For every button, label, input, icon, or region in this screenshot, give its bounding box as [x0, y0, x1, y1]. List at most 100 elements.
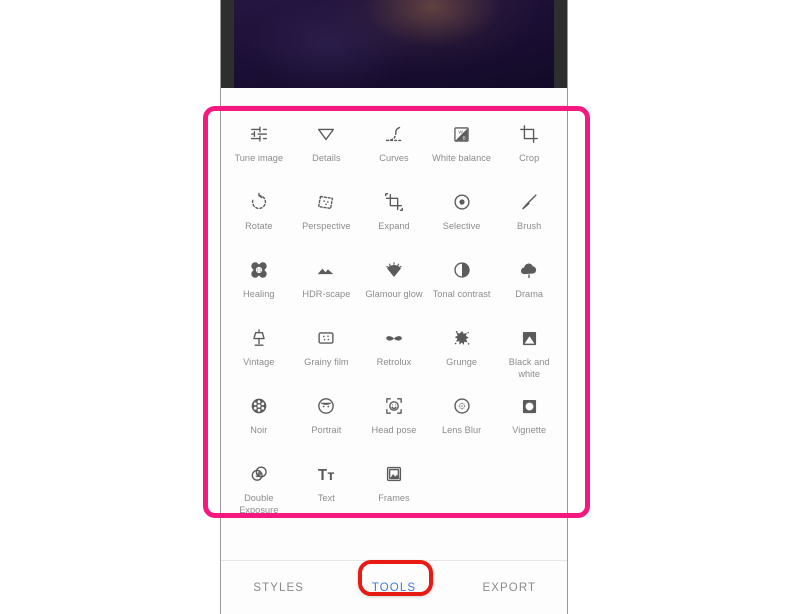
bottom-tab-bar: STYLES TOOLS EXPORT — [221, 560, 567, 614]
tool-label: Portrait — [311, 425, 342, 435]
retrolux-mustache-icon — [381, 325, 407, 351]
black-and-white-icon — [516, 325, 542, 351]
tool-vintage[interactable]: Vintage — [225, 316, 293, 384]
selective-icon — [449, 189, 475, 215]
panel-filler — [221, 520, 567, 560]
tool-rotate[interactable]: Rotate — [225, 180, 293, 248]
tool-perspective[interactable]: Perspective — [293, 180, 361, 248]
tool-crop[interactable]: Crop — [495, 112, 563, 180]
tool-grunge[interactable]: Grunge — [428, 316, 496, 384]
text-tt-icon — [313, 461, 339, 487]
svg-text:B: B — [463, 135, 466, 141]
tool-label: White balance — [432, 153, 492, 163]
tool-black-and-white[interactable]: Black and white — [495, 316, 563, 384]
tool-label: Details — [312, 153, 341, 163]
tool-label: HDR-scape — [302, 289, 351, 299]
tool-tonal-contrast[interactable]: Tonal contrast — [428, 248, 496, 316]
tool-label: Glamour glow — [365, 289, 423, 299]
tool-label: Drama — [515, 289, 544, 299]
glamour-gem-icon — [381, 257, 407, 283]
tool-white-balance[interactable]: W B White balance — [428, 112, 496, 180]
tool-healing[interactable]: Healing — [225, 248, 293, 316]
rotate-icon — [246, 189, 272, 215]
brush-icon — [516, 189, 542, 215]
screenshot-root: Tune image Details Curves W B White balan… — [0, 0, 800, 614]
tool-label: Retrolux — [376, 357, 412, 367]
double-exposure-icon — [246, 461, 272, 487]
preview-letterbox-left — [221, 0, 234, 88]
tool-frames[interactable]: Frames — [360, 452, 428, 520]
tool-drama[interactable]: Drama — [495, 248, 563, 316]
tool-text[interactable]: Text — [293, 452, 361, 520]
tool-brush[interactable]: Brush — [495, 180, 563, 248]
tool-glamour-glow[interactable]: Glamour glow — [360, 248, 428, 316]
tab-export[interactable]: EXPORT — [452, 582, 567, 594]
vignette-icon — [516, 393, 542, 419]
tool-label: Expand — [378, 221, 410, 231]
tool-label: Lens Blur — [441, 425, 482, 435]
tool-hdr-scape[interactable]: HDR-scape — [293, 248, 361, 316]
tools-panel: Tune image Details Curves W B White balan… — [221, 106, 567, 520]
drama-cloud-icon — [516, 257, 542, 283]
tool-label: Perspective — [302, 221, 351, 231]
preview-image — [234, 0, 554, 88]
tool-label: Selective — [442, 221, 481, 231]
tonal-contrast-icon — [449, 257, 475, 283]
photo-preview[interactable] — [221, 0, 567, 88]
tool-label: Tune image — [234, 153, 284, 163]
tool-label: Frames — [378, 493, 410, 503]
tab-styles[interactable]: STYLES — [221, 582, 336, 594]
grunge-splat-icon — [449, 325, 475, 351]
tool-curves[interactable]: Curves — [360, 112, 428, 180]
hdr-mountains-icon — [313, 257, 339, 283]
tab-tools[interactable]: TOOLS — [336, 582, 451, 594]
tool-expand[interactable]: Expand — [360, 180, 428, 248]
tool-label: Tonal contrast — [432, 289, 491, 299]
preview-letterbox-right — [554, 0, 567, 88]
tool-selective[interactable]: Selective — [428, 180, 496, 248]
tool-label: Head pose — [371, 425, 417, 435]
tool-label: Double Exposure — [239, 493, 279, 515]
tool-label: Text — [317, 493, 335, 503]
phone-screen: Tune image Details Curves W B White balan… — [220, 0, 568, 614]
perspective-icon — [313, 189, 339, 215]
crop-icon — [516, 121, 542, 147]
tool-label: Grunge — [446, 357, 478, 367]
tool-vignette[interactable]: Vignette — [495, 384, 563, 452]
tool-lens-blur[interactable]: Lens Blur — [428, 384, 496, 452]
tool-tune-image[interactable]: Tune image — [225, 112, 293, 180]
tool-head-pose[interactable]: Head pose — [360, 384, 428, 452]
tool-label: Vintage — [243, 357, 275, 367]
tool-label: Crop — [519, 153, 540, 163]
grainy-film-icon — [313, 325, 339, 351]
tools-grid: Tune image Details Curves W B White balan… — [225, 112, 563, 520]
tool-retrolux[interactable]: Retrolux — [360, 316, 428, 384]
tool-label: Noir — [250, 425, 268, 435]
tool-label: Rotate — [245, 221, 273, 231]
tool-label: Grainy film — [304, 357, 349, 367]
white-balance-icon: W B — [449, 121, 475, 147]
tool-noir[interactable]: Noir — [225, 384, 293, 452]
head-pose-icon — [381, 393, 407, 419]
tune-icon — [246, 121, 272, 147]
lens-blur-icon — [449, 393, 475, 419]
noir-film-reel-icon — [246, 393, 272, 419]
tool-label: Curves — [379, 153, 409, 163]
healing-bandage-icon — [246, 257, 272, 283]
svg-text:W: W — [458, 129, 463, 135]
tool-label: Vignette — [512, 425, 547, 435]
tool-label: Brush — [517, 221, 542, 231]
tool-grainy-film[interactable]: Grainy film — [293, 316, 361, 384]
preview-spacer — [221, 88, 567, 106]
vintage-lamp-icon — [246, 325, 272, 351]
details-triangle-icon — [313, 121, 339, 147]
tool-double-exposure[interactable]: Double Exposure — [225, 452, 293, 520]
tool-label: Healing — [243, 289, 275, 299]
portrait-face-icon — [313, 393, 339, 419]
tool-details[interactable]: Details — [293, 112, 361, 180]
tool-portrait[interactable]: Portrait — [293, 384, 361, 452]
frames-icon — [381, 461, 407, 487]
expand-icon — [381, 189, 407, 215]
curves-icon — [381, 121, 407, 147]
tool-label: Black and white — [508, 357, 550, 379]
